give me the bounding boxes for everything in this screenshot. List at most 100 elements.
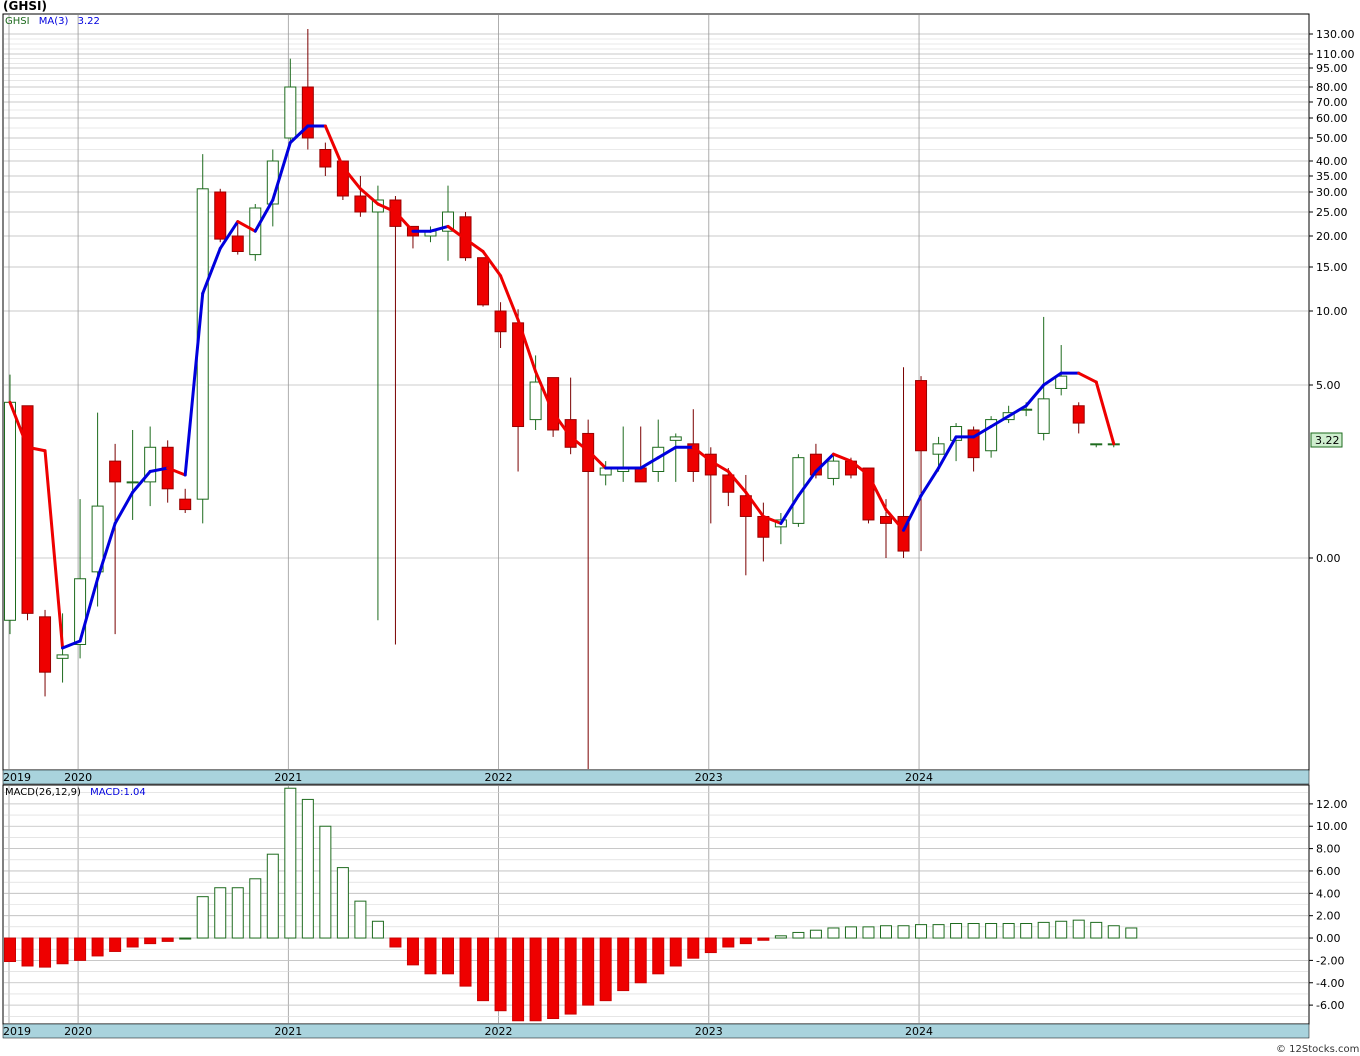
candle-body bbox=[109, 460, 122, 483]
macd-bar bbox=[599, 937, 612, 1002]
macd-bar bbox=[249, 878, 262, 939]
candle-body bbox=[74, 578, 87, 646]
candle-body bbox=[354, 195, 367, 213]
candle-body bbox=[1037, 398, 1050, 434]
price-y-tick-label: 70.00 bbox=[1316, 96, 1348, 109]
macd-bar bbox=[301, 798, 314, 939]
chart-canvas: (GHSI) 130.00 110.0095.00 80.00 70.00 60.00 5… bbox=[0, 0, 1360, 1056]
price-y-tick-label: 20.00 bbox=[1316, 230, 1348, 243]
macd-legend-label: MACD(26,12,9) bbox=[5, 787, 81, 798]
macd-bar bbox=[529, 937, 542, 1022]
macd-bar bbox=[827, 927, 840, 939]
macd-bar bbox=[179, 937, 192, 940]
macd-bar bbox=[1125, 927, 1138, 939]
chart-title: (GHSI) bbox=[3, 0, 47, 13]
macd-bar bbox=[757, 937, 770, 941]
macd-y-tick-label: 10.00 bbox=[1316, 820, 1348, 833]
candle-body bbox=[634, 467, 647, 483]
price-y-tick-label: 25.00 bbox=[1316, 206, 1348, 219]
candle-body bbox=[827, 460, 840, 479]
candle-body bbox=[126, 481, 139, 484]
macd-x-label: 2019 bbox=[3, 1025, 31, 1038]
macd-bar bbox=[371, 920, 384, 939]
macd-bar bbox=[196, 896, 209, 939]
macd-bar bbox=[634, 937, 647, 984]
candle bbox=[214, 188, 227, 243]
candle bbox=[477, 257, 490, 307]
macd-x-axis-bar bbox=[2, 1023, 1310, 1039]
macd-bar bbox=[319, 825, 332, 939]
candle-body bbox=[56, 654, 69, 659]
macd-bar bbox=[792, 931, 805, 939]
macd-bar bbox=[1037, 921, 1050, 939]
macd-bar bbox=[652, 937, 665, 975]
macd-bar bbox=[336, 867, 349, 939]
chart-stage: (GHSI) 130.00 110.00 95.00 80.00 70.00 60.00 5… bbox=[0, 0, 1360, 1056]
macd-y-tick-label: 8.00 bbox=[1316, 843, 1341, 856]
candle-body bbox=[529, 381, 542, 421]
price-x-axis-bar bbox=[2, 769, 1310, 785]
price-y-tick-label: 50.00 bbox=[1316, 132, 1348, 145]
macd-bar bbox=[389, 937, 402, 948]
price-y-tick-label: 15.00 bbox=[1316, 261, 1348, 274]
macd-bar bbox=[424, 937, 437, 975]
price-legend: GHSI MA(3) 3.22 bbox=[5, 16, 100, 27]
macd-bar bbox=[809, 929, 822, 939]
candle-body bbox=[915, 380, 928, 452]
macd-bar bbox=[687, 937, 700, 959]
price-y-tick-label: 40.00 bbox=[1316, 155, 1348, 168]
price-y-tick-label: 30.00 bbox=[1316, 186, 1348, 199]
macd-x-label: 2020 bbox=[64, 1025, 92, 1038]
macd-y-tick-label: 0.00 bbox=[1316, 932, 1341, 945]
macd-bar bbox=[459, 937, 472, 987]
candle-body bbox=[214, 191, 227, 240]
candle-body bbox=[880, 515, 892, 524]
price-y-tick-label: 95.00 bbox=[1316, 62, 1348, 75]
macd-bar bbox=[739, 937, 752, 945]
macd-bar bbox=[477, 937, 490, 1002]
last-price-tag: 3.22 bbox=[1310, 432, 1343, 448]
price-x-label: 2019 bbox=[3, 771, 31, 784]
macd-bar bbox=[39, 937, 52, 968]
candle-body bbox=[932, 443, 945, 455]
macd-y-tick-label: -6.00 bbox=[1316, 999, 1344, 1012]
macd-bar bbox=[1055, 920, 1068, 939]
macd-bar bbox=[21, 937, 34, 967]
macd-bar bbox=[126, 937, 139, 948]
macd-bar bbox=[1002, 923, 1015, 939]
macd-bar bbox=[932, 924, 945, 939]
macd-bar bbox=[231, 887, 244, 939]
candle-body bbox=[284, 86, 297, 139]
macd-bar bbox=[91, 937, 104, 957]
candle-body bbox=[1072, 405, 1085, 424]
candle-body bbox=[179, 498, 192, 511]
macd-bar bbox=[844, 926, 857, 939]
macd-y-tick-label: 2.00 bbox=[1316, 910, 1341, 923]
price-x-label: 2023 bbox=[695, 771, 723, 784]
macd-bar bbox=[880, 925, 892, 939]
macd-bar bbox=[582, 937, 595, 1006]
macd-legend-value: MACD:1.04 bbox=[90, 787, 146, 798]
macd-bar bbox=[862, 926, 875, 939]
price-y-tick-label: 10.00 bbox=[1316, 305, 1348, 318]
macd-bar bbox=[406, 937, 419, 966]
macd-bar bbox=[284, 787, 297, 939]
price-x-label: 2024 bbox=[905, 771, 933, 784]
macd-x-label: 2024 bbox=[905, 1025, 933, 1038]
macd-bar bbox=[144, 937, 157, 945]
macd-bar bbox=[774, 935, 787, 939]
macd-x-label: 2023 bbox=[695, 1025, 723, 1038]
price-x-label: 2020 bbox=[64, 771, 92, 784]
legend-ticker: GHSI bbox=[5, 16, 30, 27]
candle-body bbox=[494, 310, 507, 333]
macd-bar bbox=[74, 937, 87, 961]
price-y-tick-label: 110.00 bbox=[1316, 48, 1355, 61]
macd-legend: MACD(26,12,9) MACD:1.04 bbox=[5, 787, 146, 798]
macd-y-tick-label: -2.00 bbox=[1316, 954, 1344, 967]
macd-bar bbox=[704, 937, 717, 954]
last-price-label: 3.22 bbox=[1315, 434, 1340, 447]
macd-bar bbox=[915, 924, 928, 939]
macd-y-tick-label: -4.00 bbox=[1316, 977, 1344, 990]
macd-bar bbox=[950, 923, 963, 939]
macd-y-tick-label: 6.00 bbox=[1316, 865, 1341, 878]
